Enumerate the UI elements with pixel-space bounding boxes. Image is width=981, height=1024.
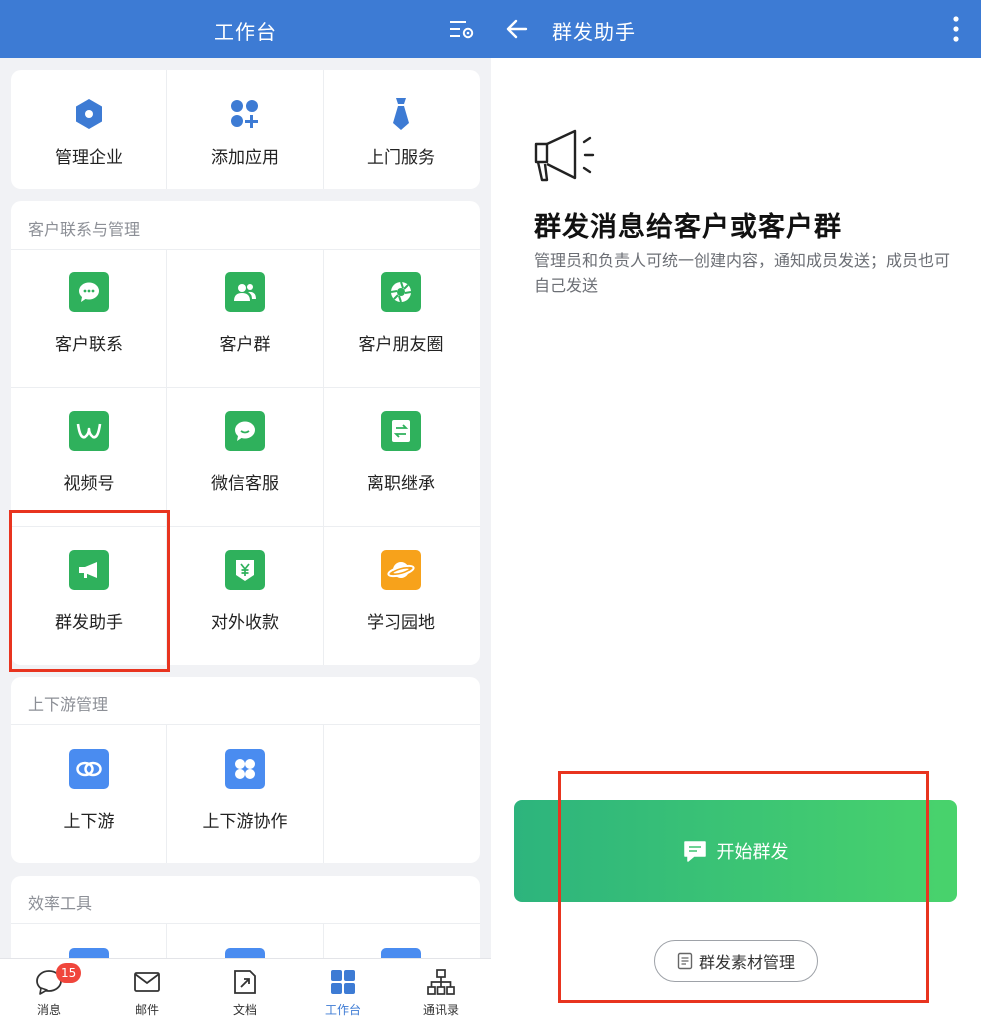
channels-icon: [69, 411, 109, 451]
top-actions-card: 管理企业 添加应用 上门服务: [11, 70, 480, 189]
chat-bubble-icon: [69, 272, 109, 312]
unread-badge: 15: [56, 963, 82, 983]
transfer-icon: [381, 411, 421, 451]
more-options-icon[interactable]: [953, 16, 959, 42]
apps-add-icon: [225, 94, 265, 134]
aperture-icon: [381, 272, 421, 312]
workbench-pane: 工作台 管理企业 添加应用 上门服务 客户联系与管理 客户联系 客户群 客户朋友…: [0, 0, 491, 1024]
wechat-service-button[interactable]: 微信客服: [167, 387, 323, 526]
highlight-box: [9, 510, 170, 672]
mail-icon: [134, 972, 160, 992]
nav-contacts[interactable]: 通讯录: [392, 959, 490, 1024]
manage-enterprise-button[interactable]: 管理企业: [11, 70, 167, 189]
nav-mail[interactable]: 邮件: [98, 959, 196, 1024]
document-icon: [234, 970, 256, 994]
hero-description: 管理员和负责人可统一创建内容，通知成员发送；成员也可自己发送: [534, 251, 951, 295]
nav-workbench[interactable]: 工作台: [294, 959, 392, 1024]
updown-button[interactable]: 上下游: [11, 724, 167, 863]
customer-moments-button[interactable]: 客户朋友圈: [323, 249, 479, 387]
megaphone-icon: [534, 129, 595, 182]
yuan-icon: [225, 550, 265, 590]
updown-collab-button[interactable]: 上下游协作: [167, 724, 323, 863]
tie-icon: [381, 94, 421, 134]
nav-messages[interactable]: 15 消息: [0, 959, 98, 1024]
contacts-icon: [427, 969, 455, 995]
mass-send-header: 群发助手: [491, 0, 981, 58]
onsite-service-button[interactable]: 上门服务: [323, 70, 479, 189]
page-title: 工作台: [214, 20, 277, 44]
back-arrow-icon[interactable]: [505, 17, 529, 41]
section-title: 客户联系与管理: [28, 220, 141, 239]
learning-garden-button[interactable]: 学习园地: [323, 526, 479, 665]
page-title: 群发助手: [552, 20, 636, 44]
mass-send-pane: 群发助手 群发消息给客户或客户群 管理员和负责人可统一创建内容，通知成员发送；成…: [491, 0, 981, 1024]
add-app-button[interactable]: 添加应用: [167, 70, 323, 189]
nav-docs[interactable]: 文档: [196, 959, 294, 1024]
hexagon-icon: [69, 94, 109, 134]
group-icon: [225, 272, 265, 312]
resign-inherit-button[interactable]: 离职继承: [323, 387, 479, 526]
workbench-icon: [331, 970, 355, 994]
customer-group-button[interactable]: 客户群: [167, 249, 323, 387]
updown-management-card: 上下游管理 上下游 上下游协作: [11, 677, 480, 863]
planet-icon: [381, 550, 421, 590]
section-title: 效率工具: [28, 894, 93, 913]
highlight-box: [558, 771, 929, 1003]
service-chat-icon: [225, 411, 265, 451]
hero-title: 群发消息给客户或客户群: [534, 212, 842, 243]
settings-list-icon[interactable]: [449, 17, 475, 41]
customer-contact-button[interactable]: 客户联系: [11, 249, 167, 387]
channels-button[interactable]: 视频号: [11, 387, 167, 526]
section-title: 上下游管理: [28, 695, 109, 714]
four-circles-icon: [225, 749, 265, 789]
external-payment-button[interactable]: 对外收款: [167, 526, 323, 665]
bottom-nav: 15 消息 邮件 文档 工作台 通讯录: [0, 958, 491, 1024]
link-rings-icon: [69, 749, 109, 789]
workbench-header: 工作台: [0, 0, 491, 58]
